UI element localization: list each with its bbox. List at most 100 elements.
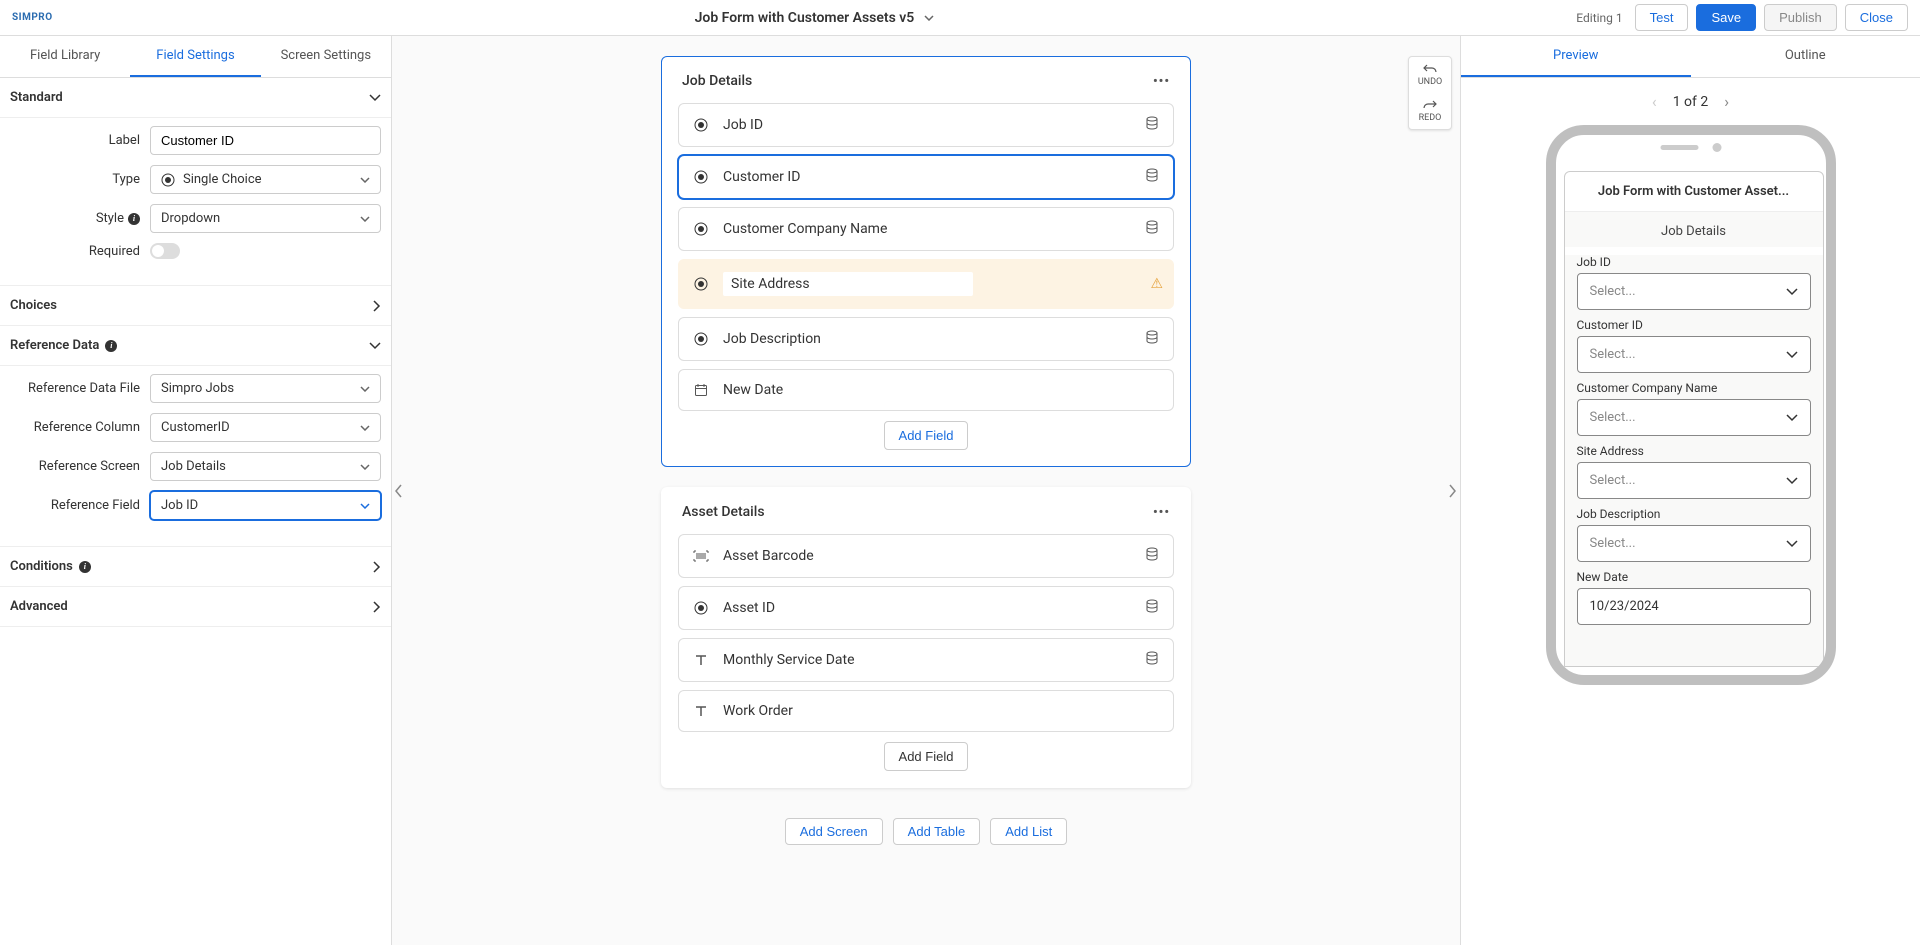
database-icon <box>1145 330 1159 348</box>
add-field-button[interactable]: Add Field <box>884 742 969 771</box>
chevron-down-icon <box>369 94 381 102</box>
phone-select-jobid[interactable]: Select... <box>1577 273 1811 310</box>
section-refdata-header[interactable]: Reference Data i <box>0 326 391 366</box>
phone-select-jobdesc[interactable]: Select... <box>1577 525 1811 562</box>
collapse-left-handle[interactable] <box>392 471 406 511</box>
info-icon[interactable]: i <box>79 561 91 573</box>
ref-file-dropdown[interactable]: Simpro Jobs <box>150 374 381 403</box>
add-table-button[interactable]: Add Table <box>893 818 981 845</box>
section-standard-title: Standard <box>10 90 63 105</box>
database-icon <box>1145 547 1159 565</box>
ref-file-value: Simpro Jobs <box>161 381 234 396</box>
job-details-card[interactable]: Job Details ••• Job ID Customer ID Custo… <box>661 56 1191 467</box>
redo-icon <box>1423 99 1437 111</box>
chevron-right-icon <box>373 561 381 573</box>
chevron-down-icon <box>360 216 370 222</box>
phone-select-company[interactable]: Select... <box>1577 399 1811 436</box>
collapse-right-handle[interactable] <box>1446 471 1460 511</box>
phone-label-newdate: New Date <box>1577 570 1811 584</box>
chevron-right-icon <box>373 601 381 613</box>
phone-content[interactable]: Job Form with Customer Asset... Job Deta… <box>1564 171 1824 667</box>
section-standard-header[interactable]: Standard <box>0 78 391 118</box>
field-work-order[interactable]: Work Order <box>678 690 1174 732</box>
title-chevron-icon[interactable] <box>924 15 934 21</box>
label-input[interactable] <box>150 126 381 155</box>
field-service-date[interactable]: Monthly Service Date <box>678 638 1174 682</box>
section-conditions-title: Conditions <box>10 559 73 574</box>
field-label: Customer ID <box>723 169 1131 185</box>
pager-next[interactable]: › <box>1724 92 1729 111</box>
style-dropdown[interactable]: Dropdown <box>150 204 381 233</box>
right-tabs: Preview Outline <box>1461 36 1920 78</box>
redo-button[interactable]: REDO <box>1409 93 1451 129</box>
phone-label-site: Site Address <box>1577 444 1811 458</box>
field-job-id[interactable]: Job ID <box>678 103 1174 147</box>
add-field-button[interactable]: Add Field <box>884 421 969 450</box>
ref-file-label: Reference Data File <box>10 381 150 397</box>
section-choices-header[interactable]: Choices <box>0 285 391 326</box>
more-icon[interactable]: ••• <box>1153 74 1170 89</box>
add-list-button[interactable]: Add List <box>990 818 1067 845</box>
form-title: Job Form with Customer Assets v5 <box>695 10 915 26</box>
section-refdata-body: Reference Data File Simpro Jobs Referenc… <box>0 366 391 546</box>
ref-screen-dropdown[interactable]: Job Details <box>150 452 381 481</box>
chevron-down-icon <box>369 342 381 350</box>
section-refdata-title: Reference Data <box>10 338 99 353</box>
phone-label-jobid: Job ID <box>1577 255 1811 269</box>
field-label: Asset ID <box>723 600 1131 616</box>
preview-area: ‹ 1 of 2 › Job Form with Customer Asset.… <box>1461 78 1920 945</box>
info-icon[interactable]: i <box>128 213 140 225</box>
close-button[interactable]: Close <box>1845 4 1908 31</box>
asset-details-card[interactable]: Asset Details ••• Asset Barcode Asset ID… <box>661 487 1191 788</box>
info-icon[interactable]: i <box>105 340 117 352</box>
phone-select-customerid[interactable]: Select... <box>1577 336 1811 373</box>
field-asset-id[interactable]: Asset ID <box>678 586 1174 630</box>
publish-button[interactable]: Publish <box>1764 4 1837 31</box>
undo-button[interactable]: UNDO <box>1409 57 1451 93</box>
section-standard-body: Label Type Single Choice Sty <box>0 118 391 285</box>
more-icon[interactable]: ••• <box>1153 505 1170 520</box>
field-job-description[interactable]: Job Description <box>678 317 1174 361</box>
section-advanced-header[interactable]: Advanced <box>0 587 391 627</box>
tab-screen-settings[interactable]: Screen Settings <box>261 36 391 77</box>
ref-column-dropdown[interactable]: CustomerID <box>150 413 381 442</box>
radio-icon <box>693 170 709 184</box>
app-logo: SIMPRO <box>12 12 53 23</box>
required-toggle[interactable] <box>150 243 180 259</box>
warning-icon: ⚠ <box>1150 276 1163 292</box>
field-site-address[interactable]: Site Address ⚠ <box>678 259 1174 309</box>
tab-outline[interactable]: Outline <box>1691 36 1920 77</box>
section-conditions-header[interactable]: Conditions i <box>0 546 391 587</box>
radio-icon <box>693 277 709 291</box>
type-dropdown[interactable]: Single Choice <box>150 165 381 194</box>
field-label: Asset Barcode <box>723 548 1131 564</box>
chevron-down-icon <box>360 177 370 183</box>
test-button[interactable]: Test <box>1635 4 1689 31</box>
field-company-name[interactable]: Customer Company Name <box>678 207 1174 251</box>
radio-icon <box>693 332 709 346</box>
field-asset-barcode[interactable]: Asset Barcode <box>678 534 1174 578</box>
phone-label-customerid: Customer ID <box>1577 318 1811 332</box>
pager-text: 1 of 2 <box>1673 94 1709 110</box>
add-screen-button[interactable]: Add Screen <box>785 818 883 845</box>
ref-field-dropdown[interactable]: Job ID <box>150 491 381 520</box>
tab-field-library[interactable]: Field Library <box>0 36 130 77</box>
phone-select-site[interactable]: Select... <box>1577 462 1811 499</box>
field-new-date[interactable]: New Date <box>678 369 1174 411</box>
tab-field-settings[interactable]: Field Settings <box>130 36 260 77</box>
pager-prev[interactable]: ‹ <box>1652 92 1657 111</box>
tab-preview[interactable]: Preview <box>1461 36 1691 77</box>
chevron-right-icon <box>1449 484 1457 498</box>
radio-icon <box>693 601 709 615</box>
undo-redo-panel: UNDO REDO <box>1408 56 1452 130</box>
job-details-title: Job Details <box>682 73 752 89</box>
text-icon <box>693 653 709 667</box>
ref-column-value: CustomerID <box>161 420 230 435</box>
phone-date-newdate[interactable]: 10/23/2024 <box>1577 588 1811 625</box>
save-button[interactable]: Save <box>1696 4 1756 31</box>
text-icon <box>693 704 709 718</box>
type-value: Single Choice <box>183 172 262 187</box>
database-icon <box>1145 116 1159 134</box>
field-customer-id[interactable]: Customer ID <box>678 155 1174 199</box>
field-label: Job ID <box>723 117 1131 133</box>
